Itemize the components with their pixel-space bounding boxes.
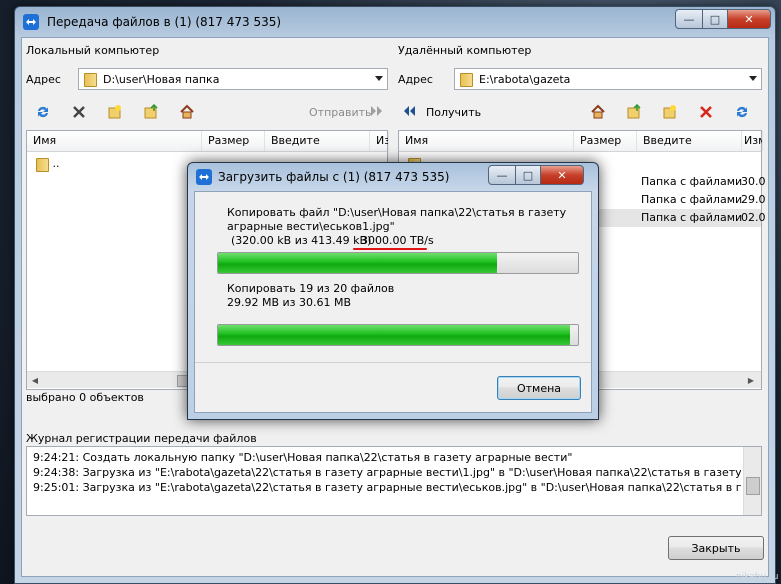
folder-icon xyxy=(459,71,473,87)
dialog-title: Загрузить файлы с (1) (817 473 535) xyxy=(218,170,450,184)
delete-icon[interactable] xyxy=(697,103,715,121)
up-folder-icon[interactable] xyxy=(625,103,643,121)
chevron-down-icon[interactable] xyxy=(375,76,383,81)
column-type[interactable]: Введите xyxy=(637,131,742,151)
file-size-progress: (320.00 kB из 413.49 kB) xyxy=(231,234,372,247)
folder-up-icon xyxy=(35,156,49,172)
refresh-icon[interactable] xyxy=(34,103,52,121)
transfer-log[interactable]: 9:24:21: Создать локальную папку "D:\use… xyxy=(26,446,762,516)
close-dialog-button[interactable]: ✕ xyxy=(540,165,584,185)
column-modified[interactable]: Изм xyxy=(370,131,389,151)
log-vertical-scrollbar[interactable] xyxy=(743,447,761,515)
dialog-title-bar[interactable]: Загрузить файлы с (1) (817 473 535) — □ … xyxy=(188,163,598,191)
new-folder-icon[interactable] xyxy=(661,103,679,121)
log-line: 9:24:38: Загрузка из "E:\rabota\gazeta\2… xyxy=(33,466,741,479)
local-address-label: Адрес xyxy=(26,73,61,86)
column-size[interactable]: Размер xyxy=(574,131,637,151)
divider xyxy=(195,362,591,363)
receive-button-label[interactable]: Получить xyxy=(426,106,481,119)
receive-arrow-icon[interactable] xyxy=(402,105,416,120)
close-window-button[interactable]: ✕ xyxy=(727,9,771,29)
list-item-type: Папка с файлами xyxy=(641,193,743,206)
refresh-icon[interactable] xyxy=(733,103,751,121)
maximize-button[interactable]: □ xyxy=(515,165,541,185)
local-list-header: Имя Размер Введите Изм xyxy=(27,131,389,152)
log-line: 9:25:01: Загрузка из "E:\rabota\gazeta\2… xyxy=(33,481,741,494)
up-folder-icon[interactable] xyxy=(142,103,160,121)
column-type[interactable]: Введите xyxy=(265,131,370,151)
column-modified[interactable]: Изм xyxy=(738,131,763,151)
list-item-date: 29.0 xyxy=(741,193,766,206)
window-title: Передача файлов в (1) (817 473 535) xyxy=(47,15,282,29)
list-item-date: 30.0 xyxy=(741,175,766,188)
teamviewer-icon xyxy=(196,169,212,185)
local-address-value: D:\user\Новая папка xyxy=(103,72,220,86)
copy-file-line: Копировать файл "D:\user\Новая папка\22\… xyxy=(227,206,567,219)
speed-red-underline xyxy=(353,248,427,250)
transfer-log-label: Журнал регистрации передачи файлов xyxy=(26,432,257,445)
list-item-date: 02.0 xyxy=(741,211,766,224)
log-line: 9:24:21: Создать локальную папку "D:\use… xyxy=(33,451,573,464)
minimize-button[interactable]: — xyxy=(488,165,516,185)
files-count-line: Копировать 19 из 20 файлов xyxy=(227,282,395,295)
local-address-combo[interactable]: D:\user\Новая папка xyxy=(78,68,388,90)
minimize-button[interactable]: — xyxy=(675,9,703,29)
folder-icon xyxy=(83,71,97,87)
new-folder-icon[interactable] xyxy=(106,103,124,121)
teamviewer-icon xyxy=(23,14,39,30)
list-item-type: Папка с файлами xyxy=(641,175,743,188)
title-bar[interactable]: Передача файлов в (1) (817 473 535) — □ … xyxy=(15,7,775,37)
maximize-button[interactable]: □ xyxy=(702,9,728,29)
file-progress-bar xyxy=(217,252,579,274)
remote-computer-label: Удалённый компьютер xyxy=(398,44,532,57)
home-icon[interactable] xyxy=(589,103,607,121)
scroll-thumb[interactable] xyxy=(746,477,760,495)
column-size[interactable]: Размер xyxy=(202,131,265,151)
watermark: pikabu.ru xyxy=(736,572,779,582)
download-progress-dialog: Загрузить файлы с (1) (817 473 535) — □ … xyxy=(187,162,599,420)
total-size-line: 29.92 MB из 30.61 MB xyxy=(227,296,352,309)
send-arrow-icon[interactable] xyxy=(370,105,384,120)
list-item[interactable]: .. xyxy=(35,155,60,173)
remote-address-value: E:\rabota\gazeta xyxy=(479,72,571,86)
home-icon[interactable] xyxy=(178,103,196,121)
column-name[interactable]: Имя xyxy=(27,131,202,151)
cancel-button[interactable]: Отмена xyxy=(497,376,581,400)
delete-icon[interactable] xyxy=(70,103,88,121)
close-button[interactable]: Закрыть xyxy=(668,536,764,560)
list-item-type: Папка с файлами xyxy=(641,211,743,224)
local-selection-status: выбрано 0 объектов xyxy=(26,391,144,404)
chevron-down-icon[interactable] xyxy=(749,76,757,81)
file-progress-fill xyxy=(218,253,497,273)
remote-address-combo[interactable]: E:\rabota\gazeta xyxy=(454,68,762,90)
send-button-label[interactable]: Отправить xyxy=(309,106,372,119)
scroll-right-icon[interactable]: ▶ xyxy=(743,372,759,388)
remote-list-header: Имя Размер Введите Изм xyxy=(399,131,763,152)
transfer-speed: 3000.00 TB/s xyxy=(361,234,434,247)
local-computer-label: Локальный компьютер xyxy=(26,44,160,57)
scroll-left-icon[interactable]: ◀ xyxy=(27,372,43,388)
remote-address-label: Адрес xyxy=(398,73,433,86)
dialog-client-area: Копировать файл "D:\user\Новая папка\22\… xyxy=(194,191,592,413)
total-progress-fill xyxy=(218,325,571,345)
copy-file-line-2: аграрные вести\еськов1.jpg" xyxy=(227,220,395,233)
column-name[interactable]: Имя xyxy=(399,131,574,151)
total-progress-bar xyxy=(217,324,579,346)
